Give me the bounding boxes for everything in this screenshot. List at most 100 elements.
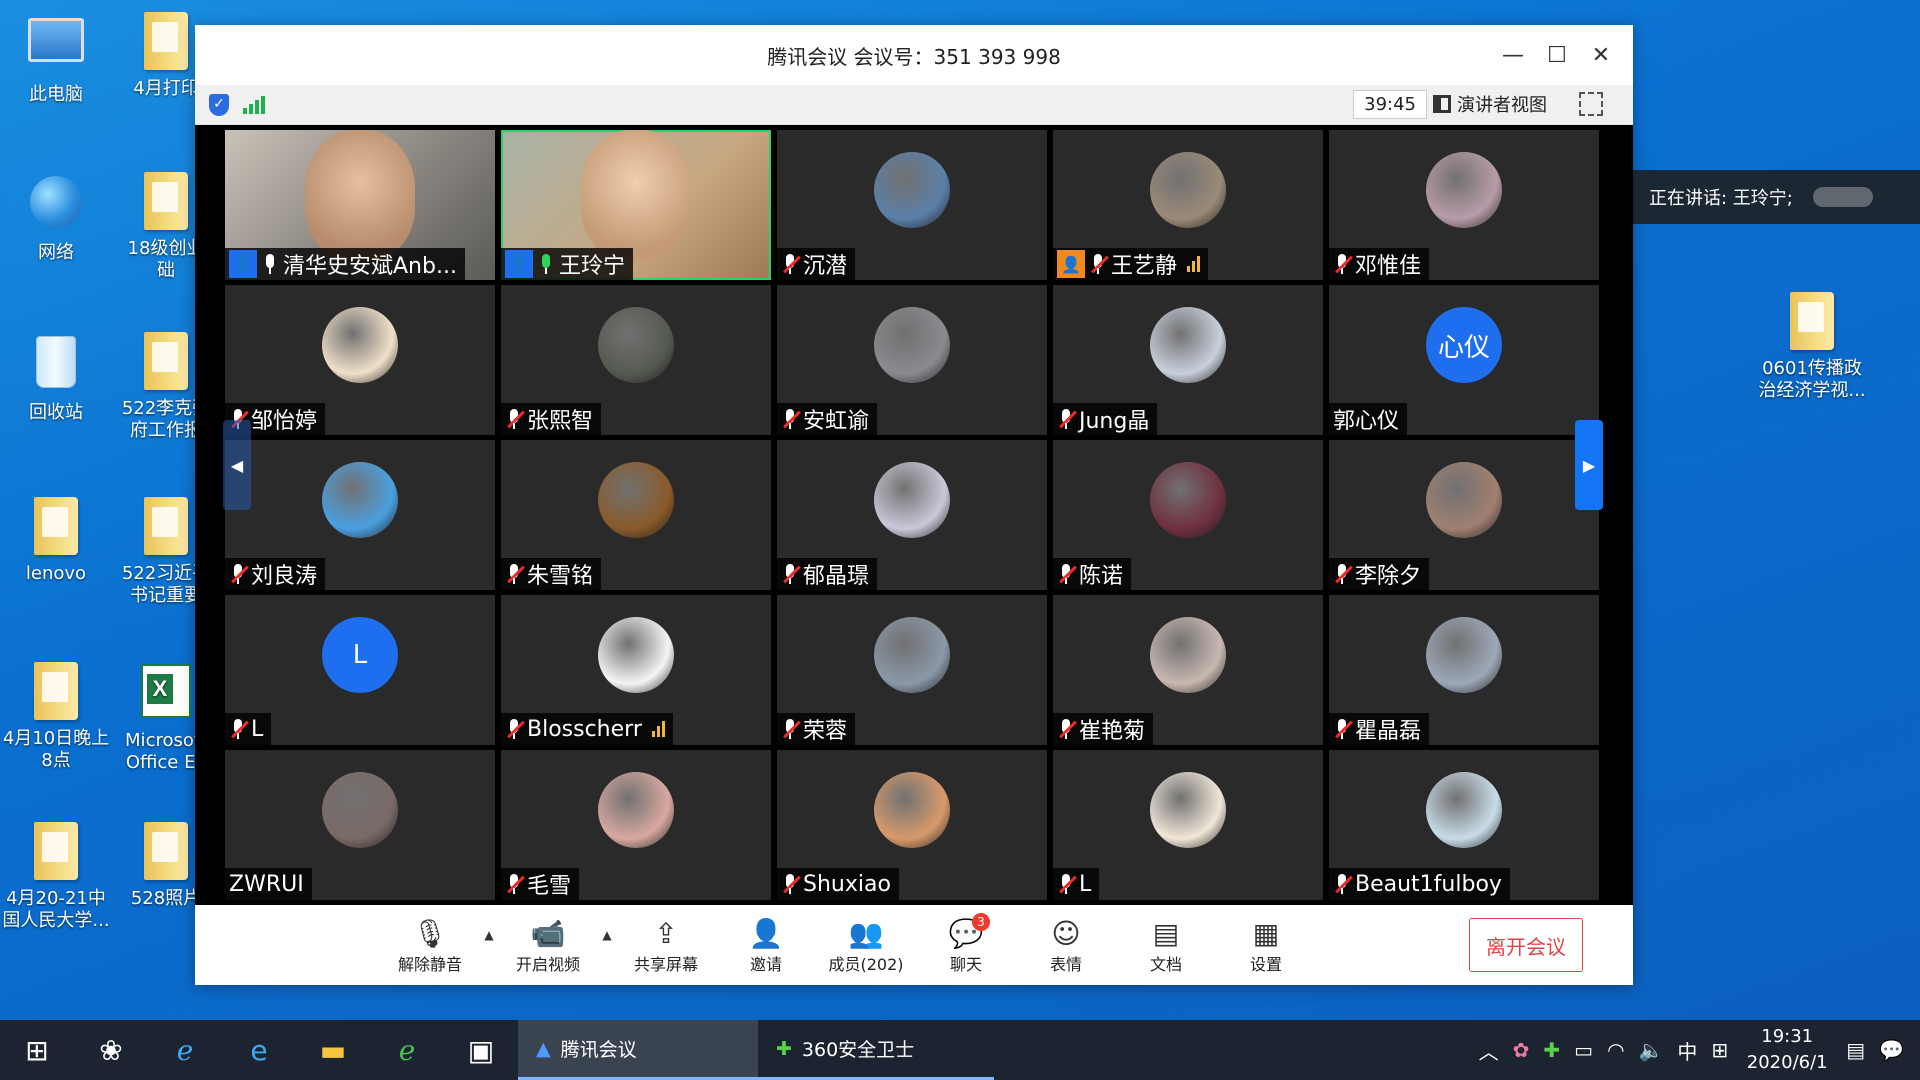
security-shield-icon[interactable]: ✓ [209,93,229,116]
weak-signal-icon [1187,256,1201,272]
battery-icon[interactable]: ▭ [1574,1038,1593,1062]
docs-button[interactable]: ▤ 文档 [1116,915,1216,975]
tray-flower-icon[interactable]: ✿ [1513,1038,1530,1062]
speaking-text: 正在讲话: 王玲宁; [1649,188,1793,209]
participant-tile[interactable]: 瞿晶磊 [1329,595,1599,745]
unmute-label: 解除静音 [397,955,462,974]
participant-tile[interactable]: L [1053,750,1323,900]
participant-name: 刘良涛 [251,564,318,589]
participant-tile[interactable]: 刘良涛 [225,440,495,590]
chat-button[interactable]: 💬 3 聊天 [916,913,1016,975]
window-app-icon[interactable]: ▣ [444,1020,518,1080]
unmute-button[interactable]: 🎙 解除静音 [380,915,480,975]
globe-icon [26,176,86,236]
mic-on-icon [261,253,279,275]
tray-360-icon[interactable]: ✚ [1543,1038,1560,1062]
bin-icon [26,336,86,396]
chat-label: 聊天 [949,955,982,974]
tencent-meeting-icon: ▲ [536,1037,551,1060]
ime-keyboard-icon[interactable]: ⊞ [1711,1038,1728,1062]
clock[interactable]: 19:31 2020/6/1 [1742,1024,1832,1076]
desktop-icon[interactable]: lenovo [0,497,112,585]
wifi-icon[interactable]: ◠ [1607,1038,1624,1062]
participant-tile[interactable]: 心仪 郭心仪 [1329,285,1599,435]
participant-tile[interactable]: Blosscherr [501,595,771,745]
participant-namebar: 瞿晶磊 [1329,713,1430,745]
desktop-icon[interactable]: 回收站 [0,332,112,424]
mic-muted-icon [781,563,801,585]
ie-browser-icon[interactable]: ℯ [148,1020,222,1080]
network-signal-icon[interactable] [243,95,265,114]
participant-tile[interactable]: 👤 王艺静 [1053,130,1323,280]
participant-namebar: 👤 清华史安斌Anb... [225,248,465,280]
desktop-icon[interactable]: 网络 [0,172,112,264]
host-person-icon: 👤 [1057,250,1085,278]
members-label: 成员(202) [828,955,904,974]
emoji-button[interactable]: ☺ 表情 [1016,915,1116,975]
app-swirl-icon[interactable]: ❀ [74,1020,148,1080]
participant-tile[interactable]: 邹怡婷 [225,285,495,435]
close-icon[interactable]: ✕ [1579,43,1623,68]
desktop-icon-label: 0601传播政 治经济学视... [1758,358,1866,401]
desktop-icon-label: 4月20-21中 国人民大学... [2,888,110,931]
mic-muted-icon [505,718,525,740]
participant-namebar: ZWRUI [225,868,312,900]
participant-tile[interactable]: 安虹谕 [777,285,1047,435]
settings-button[interactable]: ▦ 设置 [1216,915,1316,975]
members-button[interactable]: 👥 成员(202) [816,915,916,975]
taskbar-app-360-security[interactable]: ✚ 360安全卫士 [758,1020,994,1080]
mic-muted-icon [1333,718,1353,740]
folder-icon [26,497,86,557]
settings-grid-icon: ▦ [1252,916,1280,950]
participant-avatar [322,772,398,848]
participant-tile[interactable]: 邓惟佳 [1329,130,1599,280]
next-page-button[interactable]: ▶ [1575,420,1603,510]
participant-tile[interactable]: LL [225,595,495,745]
volume-icon[interactable]: 🔈 [1639,1038,1664,1062]
participant-tile[interactable]: 李除夕 [1329,440,1599,590]
start-windows-icon[interactable]: ⊞ [0,1020,74,1080]
360-browser-icon[interactable]: ℯ [370,1020,444,1080]
minimize-icon[interactable]: — [1491,43,1535,68]
participant-avatar [1150,772,1226,848]
file-explorer-icon[interactable]: ▬ [296,1020,370,1080]
prev-page-button[interactable]: ◀ [223,420,251,510]
notification-center-icon[interactable]: ▤ [1846,1038,1865,1062]
fullscreen-icon[interactable] [1579,92,1603,116]
participant-tile[interactable]: 沉潜 [777,130,1047,280]
participant-tile[interactable]: Shuxiao [777,750,1047,900]
participant-tile[interactable]: 毛雪 [501,750,771,900]
participant-tile[interactable]: 陈诺 [1053,440,1323,590]
show-hidden-icons-chevron-icon[interactable]: ︿ [1479,1036,1499,1065]
participant-tile[interactable]: 👤 王玲宁 [501,130,771,280]
participant-tile[interactable]: 郁晶璟 [777,440,1047,590]
participant-tile[interactable]: 朱雪铭 [501,440,771,590]
desktop-icon[interactable]: 4月10日晚上 8点 [0,662,112,772]
desktop-icon[interactable]: 0601传播政 治经济学视... [1756,292,1868,402]
participant-tile[interactable]: 👤 清华史安斌Anb... [225,130,495,280]
participant-tile[interactable]: Beaut1fulboy [1329,750,1599,900]
ime-indicator[interactable]: 中 [1677,1036,1697,1065]
action-center-icon[interactable]: 💬 [1879,1038,1904,1062]
audio-options-caret-icon[interactable]: ▲ [480,928,498,942]
leave-meeting-button[interactable]: 离开会议 [1469,918,1583,972]
participant-tile[interactable]: ZWRUI [225,750,495,900]
participant-namebar: Jung晶 [1053,403,1158,435]
invite-button[interactable]: 👤 邀请 [716,915,816,975]
taskbar-app-tencent-meeting[interactable]: ▲ 腾讯会议 [518,1020,758,1080]
share-screen-button[interactable]: ⇪ 共享屏幕 [616,915,716,975]
participant-tile[interactable]: 崔艳菊 [1053,595,1323,745]
docs-label: 文档 [1149,955,1182,974]
desktop-icon[interactable]: 4月20-21中 国人民大学... [0,822,112,932]
maximize-icon[interactable]: ☐ [1535,43,1579,68]
participant-gallery: 👤 清华史安斌Anb... 👤 王玲宁 沉潜 👤 王艺静 邓惟佳邹怡婷 张熙智 安虹谕 Jung晶 心… [195,125,1633,905]
participant-tile[interactable]: 荣蓉 [777,595,1047,745]
start-video-button[interactable]: 📹 开启视频 [498,915,598,975]
participant-tile[interactable]: Jung晶 [1053,285,1323,435]
presenter-view-button[interactable]: 演讲者视图 [1433,91,1547,117]
video-options-caret-icon[interactable]: ▲ [598,928,616,942]
participant-namebar: 陈诺 [1053,558,1132,590]
edge-browser-icon[interactable]: e [222,1020,296,1080]
desktop-icon[interactable]: 此电脑 [0,12,112,106]
participant-tile[interactable]: 张熙智 [501,285,771,435]
